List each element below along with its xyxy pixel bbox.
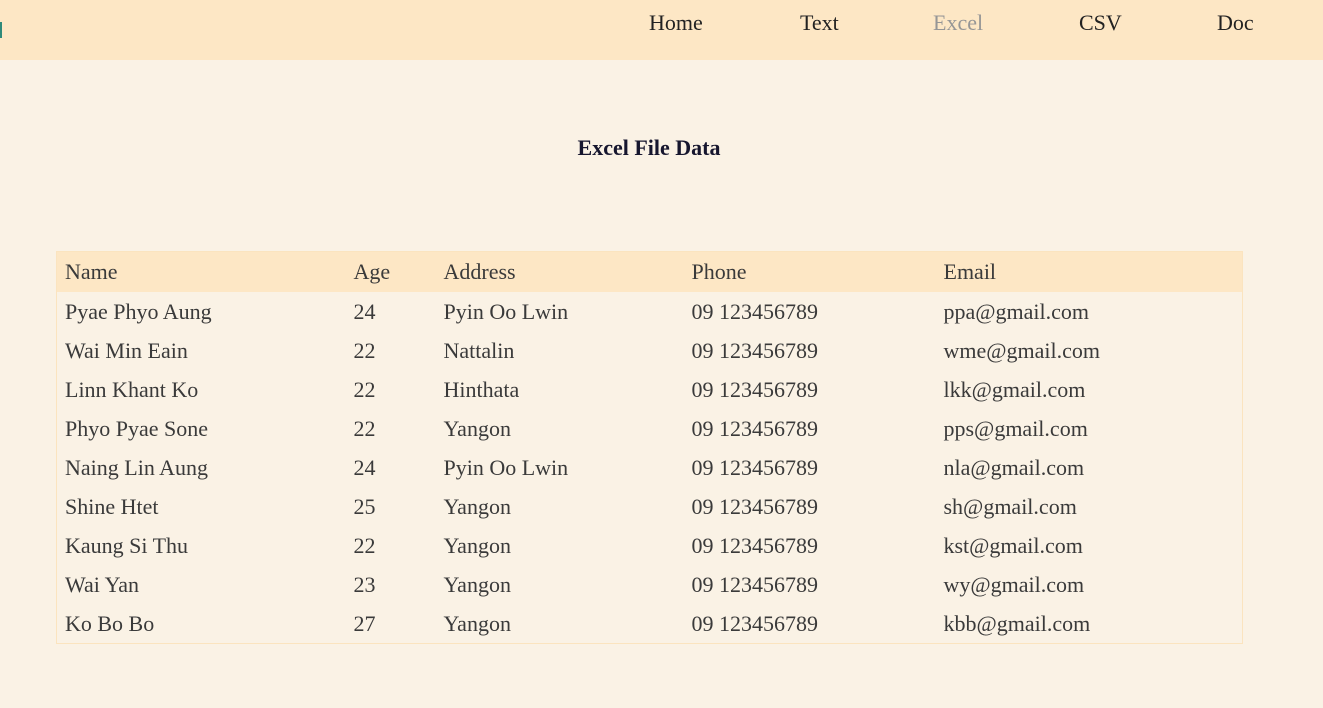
cell-address: Yangon xyxy=(443,532,511,558)
table-row: Shine Htet 25 Yangon 09 123456789 sh@gma… xyxy=(57,487,1243,526)
cell-name: Wai Yan xyxy=(65,571,140,597)
cell-age: 25 xyxy=(353,493,376,519)
cell-address: Yangon xyxy=(443,415,511,441)
cell-address: Yangon xyxy=(443,571,511,597)
cell-age: 24 xyxy=(353,454,376,480)
cell-phone: 09 123456789 xyxy=(691,571,819,597)
column-header-name: Name xyxy=(65,259,118,284)
cell-email: kbb@gmail.com xyxy=(943,610,1091,636)
cell-email: kst@gmail.com xyxy=(943,532,1083,558)
cell-phone: 09 123456789 xyxy=(691,493,819,519)
cell-address: Hinthata xyxy=(443,376,520,402)
nav-link-text[interactable]: Text xyxy=(800,9,839,37)
table-row: Pyae Phyo Aung 24 Pyin Oo Lwin 09 123456… xyxy=(57,292,1243,331)
cell-email: pps@gmail.com xyxy=(943,415,1088,441)
cell-email: ppa@gmail.com xyxy=(943,298,1090,324)
nav-link-home[interactable]: Home xyxy=(649,9,703,37)
table-row: Wai Min Eain 22 Nattalin 09 123456789 wm… xyxy=(57,331,1243,370)
cell-name: Phyo Pyae Sone xyxy=(65,415,208,441)
cell-name: Pyae Phyo Aung xyxy=(65,298,212,324)
table-row: Naing Lin Aung 24 Pyin Oo Lwin 09 123456… xyxy=(57,448,1243,487)
cell-phone: 09 123456789 xyxy=(691,610,819,636)
cell-age: 22 xyxy=(353,376,376,402)
nav-edge-mark xyxy=(0,22,2,38)
nav-link-doc[interactable]: Doc xyxy=(1217,9,1254,37)
column-header-email: Email xyxy=(943,259,997,284)
cell-age: 22 xyxy=(353,415,376,441)
table-row: Ko Bo Bo 27 Yangon 09 123456789 kbb@gmai… xyxy=(57,604,1243,644)
cell-age: 27 xyxy=(353,610,376,636)
cell-age: 22 xyxy=(353,532,376,558)
cell-age: 22 xyxy=(353,337,376,363)
cell-age: 23 xyxy=(353,571,376,597)
cell-email: nla@gmail.com xyxy=(943,454,1085,480)
cell-email: wy@gmail.com xyxy=(943,571,1085,597)
column-header-address: Address xyxy=(443,259,516,284)
column-header-phone: Phone xyxy=(691,259,747,284)
cell-phone: 09 123456789 xyxy=(691,415,819,441)
cell-phone: 09 123456789 xyxy=(691,454,819,480)
table-row: Wai Yan 23 Yangon 09 123456789 wy@gmail.… xyxy=(57,565,1243,604)
cell-address: Yangon xyxy=(443,493,511,519)
cell-name: Linn Khant Ko xyxy=(65,376,199,402)
column-header-age: Age xyxy=(353,259,391,284)
cell-name: Naing Lin Aung xyxy=(65,454,208,480)
excel-data-table: Name Age Address Phone Email Pyae Phyo A… xyxy=(56,251,1243,644)
cell-phone: 09 123456789 xyxy=(691,376,819,402)
table-row: Kaung Si Thu 22 Yangon 09 123456789 kst@… xyxy=(57,526,1243,565)
table-row: Phyo Pyae Sone 22 Yangon 09 123456789 pp… xyxy=(57,409,1243,448)
cell-phone: 09 123456789 xyxy=(691,337,819,363)
cell-name: Kaung Si Thu xyxy=(65,532,189,558)
cell-phone: 09 123456789 xyxy=(691,298,819,324)
cell-address: Nattalin xyxy=(443,337,515,363)
table-header-row: Name Age Address Phone Email xyxy=(56,251,1243,292)
cell-email: wme@gmail.com xyxy=(943,337,1101,363)
cell-email: sh@gmail.com xyxy=(943,493,1077,519)
cell-name: Wai Min Eain xyxy=(65,337,188,363)
top-navbar: Home Text Excel CSV Doc xyxy=(0,0,1323,60)
table-row: Linn Khant Ko 22 Hinthata 09 123456789 l… xyxy=(57,370,1243,409)
cell-age: 24 xyxy=(353,298,376,324)
cell-address: Pyin Oo Lwin xyxy=(443,298,569,324)
cell-name: Ko Bo Bo xyxy=(65,610,155,636)
cell-phone: 09 123456789 xyxy=(691,532,819,558)
nav-link-csv[interactable]: CSV xyxy=(1079,9,1122,37)
cell-address: Yangon xyxy=(443,610,511,636)
cell-email: lkk@gmail.com xyxy=(943,376,1086,402)
cell-address: Pyin Oo Lwin xyxy=(443,454,569,480)
cell-name: Shine Htet xyxy=(65,493,159,519)
nav-link-excel[interactable]: Excel xyxy=(933,9,983,37)
page-title: Excel File Data xyxy=(577,135,721,160)
